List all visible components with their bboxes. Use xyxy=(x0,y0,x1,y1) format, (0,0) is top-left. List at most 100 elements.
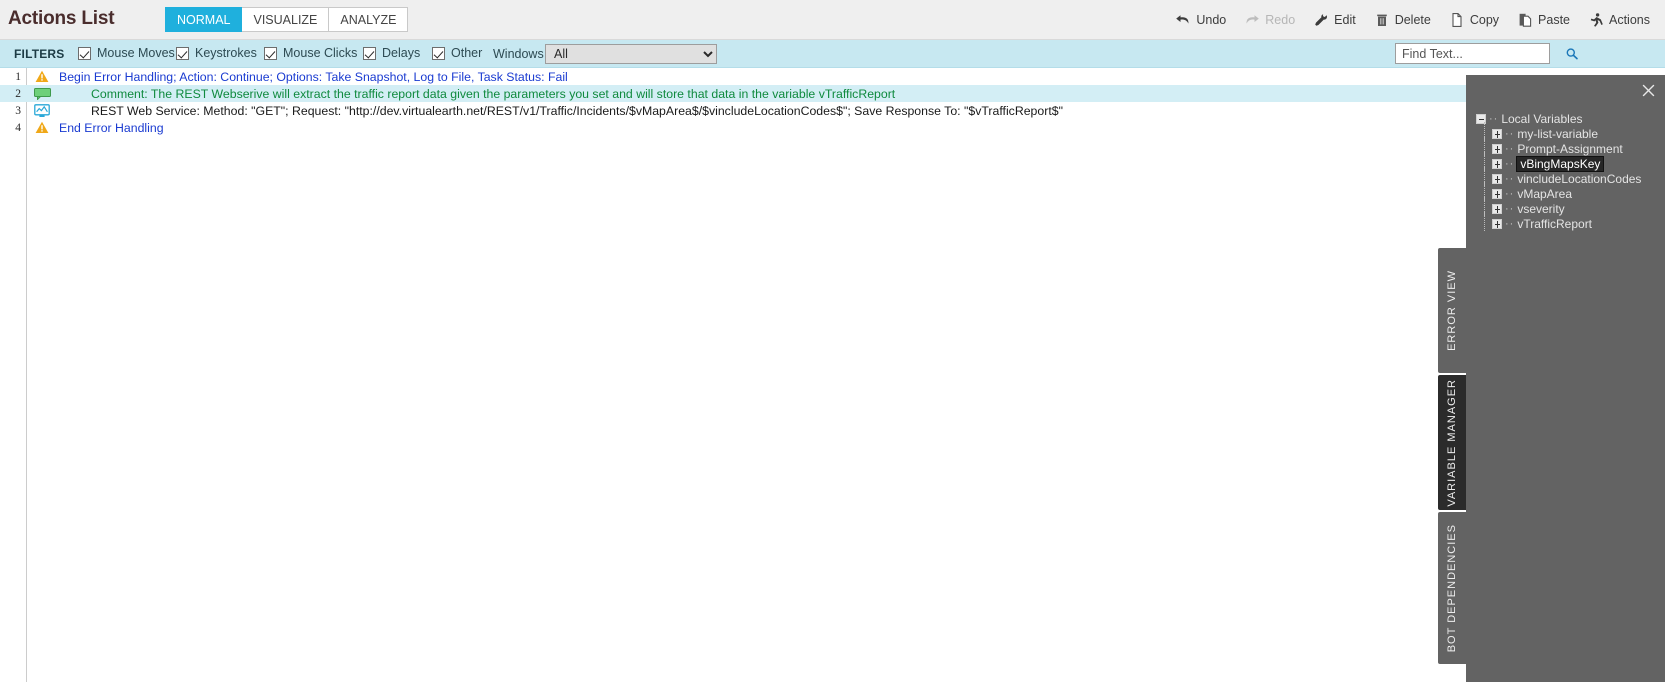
expand-plus-icon[interactable] xyxy=(1492,188,1502,199)
row-text: Begin Error Handling; Action: Continue; … xyxy=(59,69,568,84)
variable-label: vMapArea xyxy=(1517,186,1573,201)
paste-icon xyxy=(1519,13,1532,27)
expand-plus-icon[interactable] xyxy=(1492,218,1502,229)
filters-label: FILTERS xyxy=(14,47,65,61)
edit-button[interactable]: Edit xyxy=(1304,8,1365,32)
list-item[interactable]: ·· vTrafficReport xyxy=(1484,212,1664,231)
delete-button[interactable]: Delete xyxy=(1365,8,1440,32)
variable-manager-panel: ·· Local Variables ·· my-list-variable ·… xyxy=(1466,75,1665,682)
tree-connector: ·· xyxy=(1505,217,1515,230)
side-tab-bot-dependencies[interactable]: BOT DEPENDENCIES xyxy=(1438,512,1466,664)
tab-normal[interactable]: NORMAL xyxy=(165,7,243,32)
row-text: Comment: The REST Webserive will extract… xyxy=(91,86,896,101)
search-input[interactable] xyxy=(1396,44,1565,63)
expand-plus-icon[interactable] xyxy=(1492,203,1502,214)
checkbox-other[interactable] xyxy=(432,46,445,60)
actions-label: Actions xyxy=(1609,13,1650,27)
checkbox-mouse-clicks[interactable] xyxy=(264,46,277,60)
expand-plus-icon[interactable] xyxy=(1492,143,1502,154)
checkbox-delays[interactable] xyxy=(363,46,376,60)
header-toolbar: Undo Redo Edit Delete Copy Paste Actions xyxy=(1166,8,1659,32)
row-number: 2 xyxy=(15,87,21,100)
paste-label: Paste xyxy=(1538,13,1570,27)
filter-delays[interactable]: Delays xyxy=(363,46,420,60)
row-text: REST Web Service: Method: "GET"; Request… xyxy=(91,103,1063,118)
checkbox-keystrokes[interactable] xyxy=(176,46,189,60)
close-icon[interactable] xyxy=(1640,82,1656,98)
expand-plus-icon[interactable] xyxy=(1492,128,1502,139)
copy-label: Copy xyxy=(1469,13,1500,27)
row-number: 3 xyxy=(15,104,21,117)
list-item[interactable]: ·· vseverity xyxy=(1484,197,1664,216)
checkbox-mouse-moves[interactable] xyxy=(78,46,91,60)
list-item[interactable]: ·· Prompt-Assignment xyxy=(1484,137,1664,156)
redo-label: Redo xyxy=(1265,13,1296,27)
filter-keystrokes[interactable]: Keystrokes xyxy=(176,46,257,60)
expand-plus-icon[interactable] xyxy=(1492,158,1502,169)
tab-analyze[interactable]: ANALYZE xyxy=(329,7,409,32)
copy-icon xyxy=(1452,13,1462,27)
variable-label: vBingMapsKey xyxy=(1516,155,1605,172)
variable-label: vseverity xyxy=(1517,201,1565,216)
filter-delays-label: Delays xyxy=(382,46,421,60)
tree-connector: ·· xyxy=(1505,127,1515,140)
row-number: 4 xyxy=(15,121,21,134)
trash-icon xyxy=(1374,12,1390,28)
web-service-icon xyxy=(27,103,57,118)
filter-other[interactable]: Other xyxy=(432,46,482,60)
line-number-gutter xyxy=(0,68,27,682)
side-tab-error-view-label: ERROR VIEW xyxy=(1446,270,1458,351)
page-title: Actions List xyxy=(8,8,115,29)
tree-connector: ·· xyxy=(1505,202,1515,215)
windows-select[interactable]: All xyxy=(545,44,717,64)
tab-visualize[interactable]: VISUALIZE xyxy=(242,7,330,32)
list-item[interactable]: ·· vincludeLocationCodes xyxy=(1484,167,1664,186)
table-row[interactable]: 4 End Error Handling xyxy=(0,119,1665,136)
row-text: End Error Handling xyxy=(59,120,164,135)
table-row[interactable]: 2 Comment: The REST Webserive will extra… xyxy=(0,85,1665,102)
tree-root-local-variables[interactable]: ·· Local Variables xyxy=(1476,111,1664,126)
variable-label: vincludeLocationCodes xyxy=(1517,171,1642,186)
expand-plus-icon[interactable] xyxy=(1492,173,1502,184)
list-item[interactable]: ·· vBingMapsKey xyxy=(1484,152,1664,172)
tree-root-label: Local Variables xyxy=(1501,111,1583,126)
tree-connector: ·· xyxy=(1505,157,1515,170)
filter-mouse-clicks-label: Mouse Clicks xyxy=(283,46,358,60)
paste-button[interactable]: Paste xyxy=(1508,8,1579,32)
tree-connector: ·· xyxy=(1505,172,1515,185)
filter-other-label: Other xyxy=(451,46,483,60)
warning-triangle-icon xyxy=(27,70,57,83)
filter-mouse-clicks[interactable]: Mouse Clicks xyxy=(264,46,357,60)
redo-button[interactable]: Redo xyxy=(1235,8,1304,32)
app-header: Actions List NORMAL VISUALIZE ANALYZE Un… xyxy=(0,0,1665,40)
undo-button[interactable]: Undo xyxy=(1166,8,1235,32)
delete-label: Delete xyxy=(1394,13,1431,27)
variables-tree: ·· Local Variables ·· my-list-variable ·… xyxy=(1476,111,1664,231)
filter-mouse-moves[interactable]: Mouse Moves xyxy=(78,46,175,60)
list-item[interactable]: ·· my-list-variable xyxy=(1484,122,1664,141)
comment-icon xyxy=(27,87,57,100)
tree-connector: ·· xyxy=(1505,187,1515,200)
edit-label: Edit xyxy=(1334,13,1356,27)
list-item[interactable]: ·· vMapArea xyxy=(1484,182,1664,201)
search-icon[interactable] xyxy=(1565,44,1579,63)
side-tab-variable-manager[interactable]: VARIABLE MANAGER xyxy=(1438,375,1466,510)
side-tab-error-view[interactable]: ERROR VIEW xyxy=(1438,248,1466,373)
wrench-icon xyxy=(1313,12,1329,28)
table-row[interactable]: 3 REST Web Service: Method: "GET"; Reque… xyxy=(0,102,1665,119)
row-number: 1 xyxy=(15,70,21,83)
undo-arrow-icon xyxy=(1175,12,1191,28)
filter-mouse-moves-label: Mouse Moves xyxy=(97,46,175,60)
side-tab-variable-manager-label: VARIABLE MANAGER xyxy=(1446,378,1458,507)
undo-label: Undo xyxy=(1196,13,1227,27)
actions-button[interactable]: Actions xyxy=(1579,8,1659,32)
side-tab-bot-dependencies-label: BOT DEPENDENCIES xyxy=(1446,523,1458,653)
warning-triangle-icon xyxy=(27,121,57,134)
variable-label: Prompt-Assignment xyxy=(1517,141,1623,156)
tree-connector: ·· xyxy=(1489,112,1499,125)
running-man-icon xyxy=(1590,13,1603,27)
redo-arrow-icon xyxy=(1244,12,1260,28)
find-text-box[interactable] xyxy=(1395,43,1578,64)
copy-button[interactable]: Copy xyxy=(1440,8,1508,32)
table-row[interactable]: 1 Begin Error Handling; Action: Continue… xyxy=(0,68,1665,85)
